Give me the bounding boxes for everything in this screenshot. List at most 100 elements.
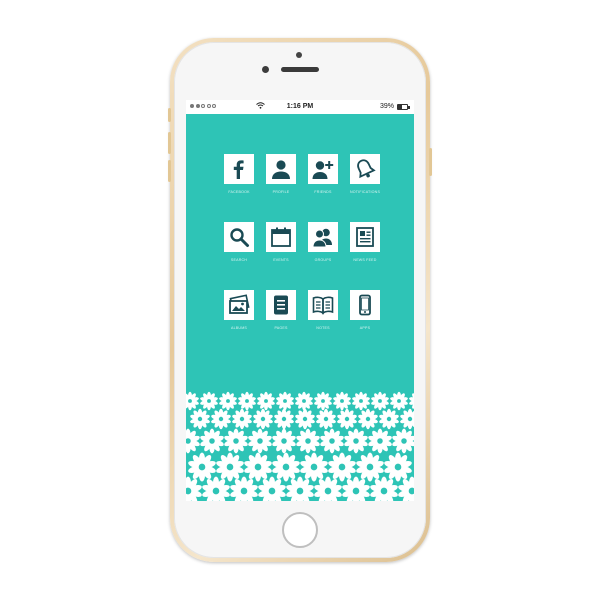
pages-icon: [274, 295, 288, 315]
earpiece-speaker: [281, 67, 319, 72]
app-label: FACEBOOK: [228, 190, 250, 194]
power-button: [429, 148, 432, 176]
lace-flower: [200, 391, 218, 411]
lace-flower: [232, 408, 252, 430]
app-label: NOTES: [316, 326, 330, 330]
app-label: NEWS FEED: [353, 258, 377, 262]
home-screen: 1:16 PM 39% FACEBOOK PROFILE FRIENDS NOT…: [186, 100, 414, 501]
lace-flower: [316, 408, 336, 430]
phone-icon: [359, 294, 371, 316]
lace-flower: [276, 391, 294, 411]
news-feed-icon: [356, 227, 374, 247]
app-label: GROUPS: [314, 258, 332, 262]
lace-flower: [186, 476, 202, 501]
app-label: ALBUMS: [231, 326, 247, 330]
lace-flower: [398, 476, 414, 501]
lace-flower: [272, 428, 296, 454]
status-bar: 1:16 PM 39%: [186, 100, 414, 114]
app-label: APPS: [359, 326, 371, 330]
lace-flower: [295, 408, 315, 430]
lace-flower: [390, 391, 408, 411]
lace-flower: [333, 391, 351, 411]
app-facebook[interactable]: [224, 154, 254, 184]
lace-flower: [224, 428, 248, 454]
app-groups[interactable]: [308, 222, 338, 252]
lace-flower: [371, 391, 389, 411]
app-news-feed[interactable]: [350, 222, 380, 252]
profile-icon: [272, 160, 290, 179]
app-notifications[interactable]: [350, 154, 380, 184]
groups-icon: [312, 228, 332, 248]
lace-flower: [320, 428, 344, 454]
lace-flower: [342, 476, 370, 501]
lace-flower-pattern: [186, 391, 414, 501]
lace-flower: [230, 476, 258, 501]
lace-flower: [379, 408, 399, 430]
app-events[interactable]: [266, 222, 296, 252]
volume-button: [168, 108, 171, 122]
lace-flower: [296, 428, 320, 454]
lace-flower: [314, 391, 332, 411]
add-friend-icon: [312, 161, 334, 179]
lace-flower: [186, 391, 199, 411]
lace-flower: [352, 391, 370, 411]
battery-tip: [408, 106, 410, 109]
bell-icon: [357, 159, 376, 179]
volume-down-button: [168, 160, 171, 182]
lace-flower: [370, 476, 398, 501]
lace-flower: [248, 428, 272, 454]
lace-flower: [384, 452, 412, 482]
app-pages[interactable]: [266, 290, 296, 320]
front-sensor: [296, 52, 302, 58]
app-search[interactable]: [224, 222, 254, 252]
app-apps[interactable]: [350, 290, 380, 320]
search-icon: [230, 228, 249, 247]
facebook-icon: [233, 160, 244, 179]
app-label: FRIENDS: [314, 190, 332, 194]
app-albums[interactable]: [224, 290, 254, 320]
lace-flower: [186, 428, 200, 454]
app-profile[interactable]: [266, 154, 296, 184]
lace-flower: [328, 452, 356, 482]
battery-icon: [397, 104, 408, 110]
lace-flower: [272, 452, 300, 482]
lace-flower: [211, 408, 231, 430]
lace-flower: [216, 452, 244, 482]
lace-flower: [400, 408, 414, 430]
lace-flower: [188, 452, 216, 482]
front-camera: [262, 66, 269, 73]
app-label: NOTIFICATIONS: [349, 190, 381, 194]
lace-flower: [409, 393, 414, 409]
lace-flower: [190, 408, 210, 430]
calendar-icon: [271, 227, 291, 247]
home-button[interactable]: [282, 512, 318, 548]
app-friends[interactable]: [308, 154, 338, 184]
lace-flower: [274, 408, 294, 430]
lace-flower: [202, 476, 230, 501]
app-label: PAGES: [274, 326, 288, 330]
lace-flower: [286, 476, 314, 501]
lace-flower: [358, 408, 378, 430]
lace-flower: [258, 476, 286, 501]
lace-flower: [344, 428, 368, 454]
lace-flower: [300, 452, 328, 482]
lace-flower: [253, 408, 273, 430]
app-label: PROFILE: [272, 190, 290, 194]
lace-flower: [238, 391, 256, 411]
app-label: EVENTS: [273, 258, 289, 262]
lace-flower: [200, 428, 224, 454]
app-notes[interactable]: [308, 290, 338, 320]
lace-flower: [337, 408, 357, 430]
lace-flower: [244, 452, 272, 482]
app-label: SEARCH: [230, 258, 248, 262]
lace-flower: [219, 391, 237, 411]
lace-flower: [356, 452, 384, 482]
lace-flower: [257, 391, 275, 411]
photo-album-icon: [229, 294, 250, 314]
battery-percent: 39%: [379, 103, 394, 110]
lace-flower: [368, 428, 392, 454]
lace-flower: [392, 428, 414, 454]
notes-book-icon: [312, 296, 334, 315]
lace-flower: [314, 476, 342, 501]
volume-up-button: [168, 132, 171, 154]
